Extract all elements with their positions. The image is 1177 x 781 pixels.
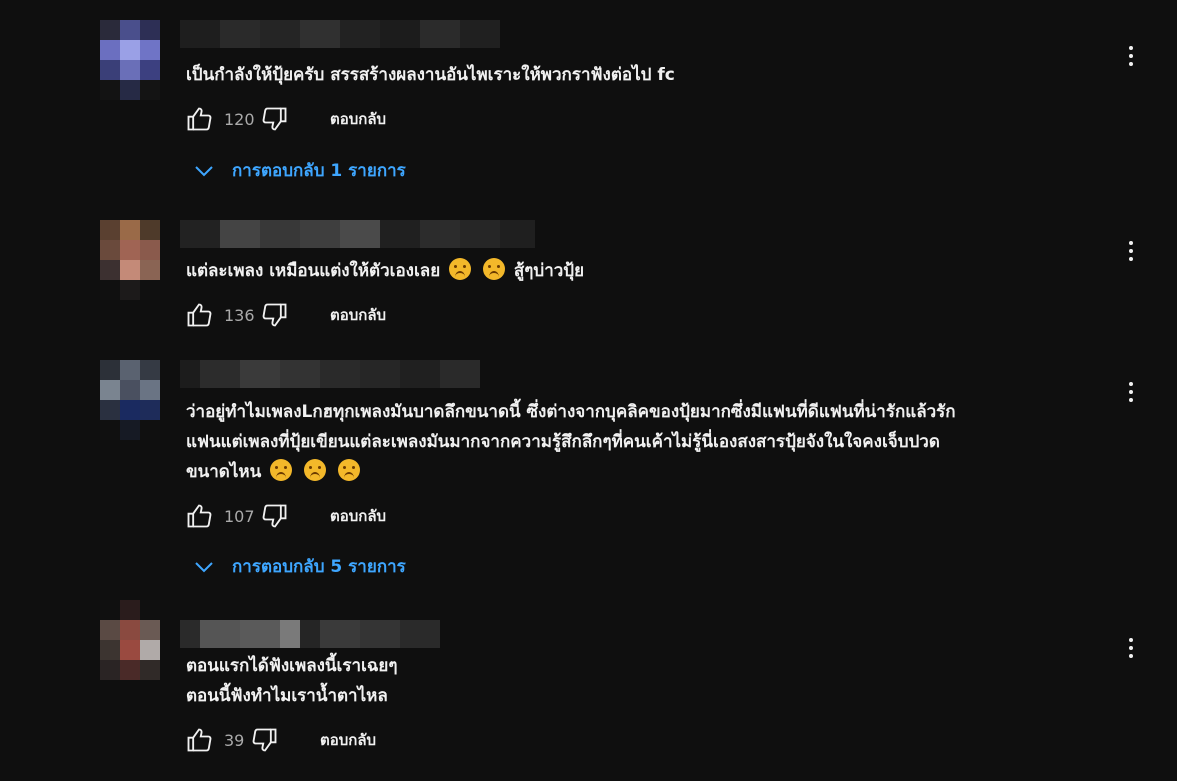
like-icon[interactable] [184,501,214,531]
comment-line: ขนาดไหน [186,462,262,482]
chevron-down-icon [195,561,213,572]
crying-face-emoji-icon [304,459,327,481]
crying-face-emoji-icon [483,258,505,280]
avatar[interactable] [100,220,160,300]
more-actions-icon[interactable] [1116,377,1146,407]
replies-count-label: การตอบกลับ 1 รายการ [232,161,406,181]
view-replies-button[interactable]: การตอบกลับ 5 รายการ [192,553,406,580]
comment-actions: 136 ตอบกลับ [184,300,386,330]
crying-face-emoji-icon [449,258,472,280]
comment-actions: 39 ตอบกลับ [184,725,376,755]
chevron-down-icon [195,165,213,176]
avatar[interactable] [100,20,160,100]
comment-line: ว่าอยู่ทำไมเพลงLกฮทุกเพลงมันบาดลึกขนาดนี… [186,402,956,422]
comment-actions: 120 ตอบกลับ [184,104,386,134]
replies-count-label: การตอบกลับ 5 รายการ [232,557,406,577]
comment-text: เป็นกำลังให้ปุ้ยครับ สรรสร้างผลงานอันไพเ… [186,60,675,90]
dislike-icon[interactable] [250,725,280,755]
like-icon[interactable] [184,104,214,134]
avatar[interactable] [100,600,160,680]
comment-line: แต่ละเพลง เหมือนแต่งให้ตัวเองเลย [186,261,441,281]
view-replies-button[interactable]: การตอบกลับ 1 รายการ [192,157,406,184]
comment-text: แต่ละเพลง เหมือนแต่งให้ตัวเองเลย สู้ๆบ่า… [186,256,584,286]
more-actions-icon[interactable] [1116,41,1146,71]
reply-button[interactable]: ตอบกลับ [330,504,386,528]
like-count: 39 [224,730,245,750]
author-handle[interactable] [180,620,440,648]
more-actions-icon[interactable] [1116,633,1146,663]
avatar[interactable] [100,360,160,440]
like-count: 120 [224,109,255,129]
comment-line: สู้ๆบ่าวปุ้ย [513,261,585,281]
comment-text: ว่าอยู่ทำไมเพลงLกฮทุกเพลงมันบาดลึกขนาดนี… [186,397,956,487]
like-icon[interactable] [184,300,214,330]
author-handle[interactable] [180,220,535,248]
comment-line: เป็นกำลังให้ปุ้ยครับ สรรสร้างผลงานอันไพเ… [186,65,675,85]
dislike-icon[interactable] [260,300,290,330]
comment-line: ตอนนี้ฟังทำไมเราน้ำตาไหล [186,686,388,706]
dislike-icon[interactable] [260,501,290,531]
like-count: 136 [224,305,255,325]
crying-face-emoji-icon [337,459,360,481]
author-handle[interactable] [180,20,500,48]
reply-button[interactable]: ตอบกลับ [320,728,376,752]
like-icon[interactable] [184,725,214,755]
comment-line: แฟนแต่เพลงที่ปุ้ยเขียนแต่ละเพลงมันมากจาก… [186,432,940,452]
more-actions-icon[interactable] [1116,236,1146,266]
reply-button[interactable]: ตอบกลับ [330,303,386,327]
reply-button[interactable]: ตอบกลับ [330,107,386,131]
dislike-icon[interactable] [260,104,290,134]
comment-line: ตอนแรกได้ฟังเพลงนี้เราเฉยๆ [186,656,398,676]
like-count: 107 [224,506,255,526]
crying-face-emoji-icon [270,459,293,481]
author-handle[interactable] [180,360,480,388]
comment-actions: 107 ตอบกลับ [184,501,386,531]
comment-text: ตอนแรกได้ฟังเพลงนี้เราเฉยๆ ตอนนี้ฟังทำไม… [186,651,398,711]
